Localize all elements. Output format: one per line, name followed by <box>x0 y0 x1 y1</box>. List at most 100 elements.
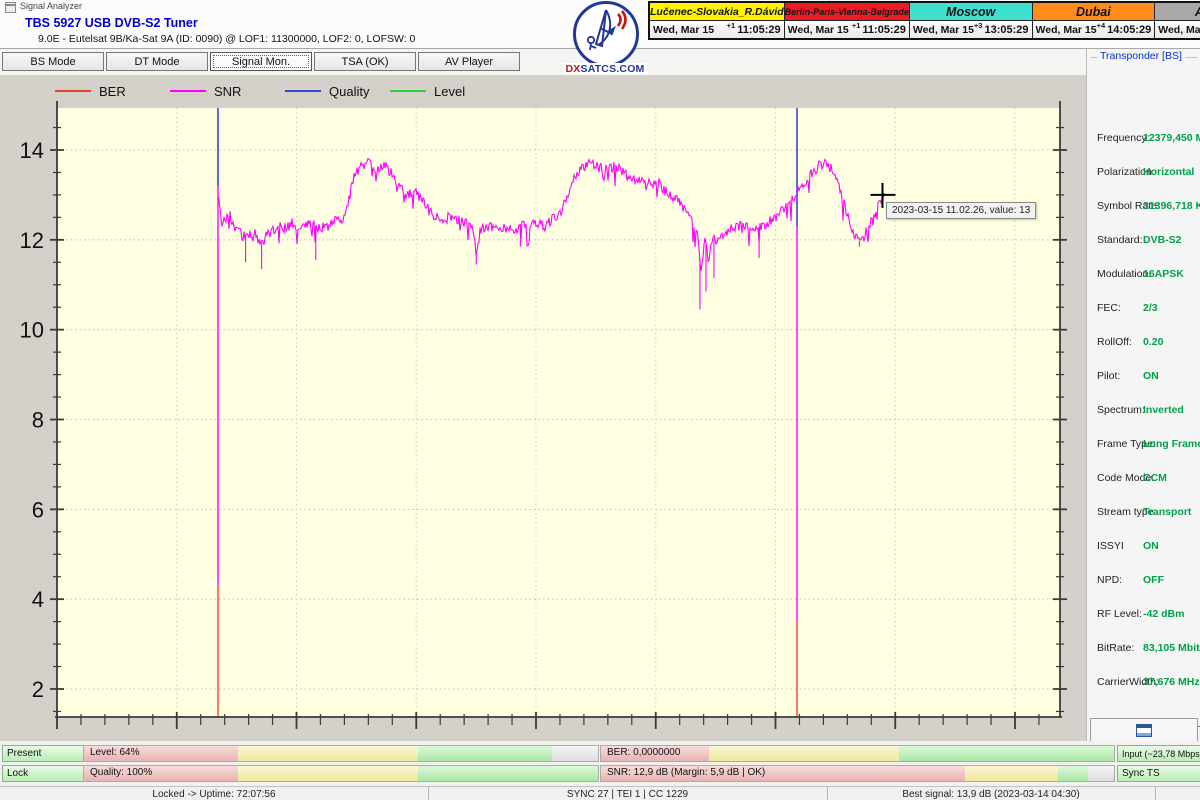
input-rate-indicator: Input (~23,78 Mbps) <box>1117 745 1200 762</box>
transponder-row-value: 37,676 MHz <box>1143 676 1200 688</box>
legend-line-icon <box>390 90 426 92</box>
transponder-sidebar: Transponder [BS] Frequency:12379,450 MHz… <box>1086 49 1200 747</box>
ber-progressbar: BER: 0,0000000 <box>600 745 1115 762</box>
bar-segment-gray <box>551 746 598 761</box>
transponder-groupbox: Transponder [BS] Frequency:12379,450 MHz… <box>1091 50 1200 756</box>
tab-dt-mode[interactable]: DT Mode <box>106 52 208 71</box>
transponder-row-value: ON <box>1143 540 1159 552</box>
chart-tooltip: 2023-03-15 11.02.26, value: 13 <box>886 202 1037 219</box>
tab-bs-mode[interactable]: BS Mode <box>2 52 104 71</box>
transponder-row: Pilot: ON <box>1091 370 1200 384</box>
signal-analyzer-window: Signal Analyzer TBS 5927 USB DVB-S2 Tune… <box>0 0 1200 800</box>
transponder-row-value: Transport <box>1143 506 1192 518</box>
transponder-row-value: 16APSK <box>1143 268 1184 280</box>
clock-city: Lučenec-Slovakia_R.Dávid <box>650 3 784 21</box>
clock-time: Wed, Mar 15 +1 11:05:29 <box>650 21 784 38</box>
transponder-row-value: 83,105 Mbit/s <box>1143 642 1200 654</box>
legend-label: Level <box>434 83 466 99</box>
transponder-group-title: Transponder [BS] <box>1097 50 1185 62</box>
transponder-row: Frame Type: Long Frame <box>1091 438 1200 452</box>
clock-city: Athens <box>1155 3 1200 21</box>
mode-tabs: BS Mode DT Mode Signal Mon. TSA (OK) AV Play… <box>2 52 522 71</box>
transponder-row-label: FEC: <box>1097 302 1121 314</box>
statusbar-section: Best signal: 13,9 dB (2023-03-14 04:30) <box>827 787 1156 800</box>
legend-item-quality: Quality <box>285 81 369 101</box>
bar-label: Level: 64% <box>90 747 140 758</box>
clock-city: Moscow <box>909 3 1032 21</box>
bar-segment-green <box>418 766 598 781</box>
transponder-row: Stream type: Transport <box>1091 506 1200 520</box>
window-title: Signal Analyzer <box>20 1 83 11</box>
signal-chart[interactable]: 2 4 6 8 10 12 14 <box>0 75 1086 741</box>
tab-signal-mon-[interactable]: Signal Mon. <box>210 52 312 71</box>
snr-progressbar: SNR: 12,9 dB (Margin: 5,9 dB | OK) <box>600 765 1115 782</box>
bar-segment-yellow <box>238 766 419 781</box>
clock-athens: AthensWed, Mar 15+212:05:29 <box>1155 3 1200 38</box>
legend-item-snr: SNR <box>170 81 241 101</box>
transponder-row: BitRate: 83,105 Mbit/s <box>1091 642 1200 656</box>
transponder-row-value: Long Frame <box>1143 438 1200 450</box>
transponder-row-value: 31396,718 KS/s <box>1143 200 1200 212</box>
transponder-row: FEC: 2/3 <box>1091 302 1200 316</box>
transponder-row-label: NPD: <box>1097 574 1123 586</box>
level-progressbar: Level: 64% <box>83 745 599 762</box>
transponder-row: Symbol Rate:31396,718 KS/s <box>1091 200 1200 214</box>
statusbar-section: Locked -> Uptime: 72:07:56 <box>0 787 429 800</box>
transponder-row-label: RollOff: <box>1097 336 1132 348</box>
transponder-row: Standard: DVB-S2 <box>1091 234 1200 248</box>
clock-city: Dubai <box>1032 3 1155 21</box>
bar-segment-green <box>1057 766 1089 781</box>
chart-legend: BER SNR Quality Level <box>0 81 1086 101</box>
bar-label: SNR: 12,9 dB (Margin: 5,9 dB | OK) <box>607 767 766 778</box>
sidebar-window-button[interactable] <box>1090 718 1198 742</box>
transponder-row-value: Inverted <box>1143 404 1184 416</box>
clock-city: Berlin-Paris-Vienna-Belgrade <box>784 3 909 21</box>
bar-segment-gray <box>1088 766 1114 781</box>
transponder-row: CarrierWidth: 37,676 MHz <box>1091 676 1200 690</box>
clock-time: Wed, Mar 15 +3 13:05:29 <box>909 21 1032 38</box>
transponder-row-value: 12379,450 MHz <box>1143 132 1200 144</box>
transponder-row-label: RF Level: <box>1097 608 1142 620</box>
transponder-row: RollOff: 0.20 <box>1091 336 1200 350</box>
tuner-title: TBS 5927 USB DVB-S2 Tuner <box>25 16 198 30</box>
legend-line-icon <box>285 90 321 92</box>
clock-time: Wed, Mar 15 +4 14:05:29 <box>1032 21 1155 38</box>
tuner-subtitle: 9.0E - Eutelsat 9B/Ka-Sat 9A (ID: 0090) … <box>38 33 416 45</box>
svg-text:2: 2 <box>32 677 44 702</box>
transponder-row-value: ON <box>1143 370 1159 382</box>
bar-label: Quality: 100% <box>90 767 153 778</box>
dxsatcs-logo: DXSATCS.COM <box>563 1 647 83</box>
logo-caption: DXSATCS.COM <box>563 63 647 75</box>
transponder-row-label: Standard: <box>1097 234 1143 246</box>
transponder-row: Modulation: 16APSK <box>1091 268 1200 282</box>
satellite-dish-icon <box>586 9 627 51</box>
legend-label: Quality <box>329 83 370 99</box>
legend-label: SNR <box>214 83 242 99</box>
clock-berlin-paris-vienna-belgrade: Berlin-Paris-Vienna-Belgrade Wed, Mar 15 +… <box>784 3 910 38</box>
tab-tsa-ok-[interactable]: TSA (OK) <box>314 52 416 71</box>
signal-chart-panel: BER SNR Quality Level 2 4 6 8 10 12 14 2023-03-15… <box>0 75 1086 741</box>
transponder-row-label: ISSYI <box>1097 540 1124 552</box>
bar-segment-yellow <box>238 746 419 761</box>
transponder-row-label: BitRate: <box>1097 642 1135 654</box>
svg-text:4: 4 <box>32 587 44 612</box>
clock-moscow: Moscow Wed, Mar 15 +3 13:05:29 <box>909 3 1033 38</box>
transponder-row-value: DVB-S2 <box>1143 234 1182 246</box>
legend-item-ber: BER <box>55 81 126 101</box>
present-indicator: Present <box>2 745 86 762</box>
clock-time: Wed, Mar 15 +1 11:05:29 <box>784 21 909 38</box>
status-bar: Locked -> Uptime: 72:07:56 SYNC 27 | TEI … <box>0 786 1200 800</box>
clock-time: Wed, Mar 15+212:05:29 <box>1155 21 1200 38</box>
transponder-row: RF Level: -42 dBm <box>1091 608 1200 622</box>
tab-av-player[interactable]: AV Player <box>418 52 520 71</box>
svg-text:12: 12 <box>20 228 44 253</box>
legend-line-icon <box>170 90 206 92</box>
svg-text:14: 14 <box>20 138 44 163</box>
transponder-row: Spectrum: Inverted <box>1091 404 1200 418</box>
svg-text:10: 10 <box>20 318 44 343</box>
transponder-row-label: Spectrum: <box>1097 404 1145 416</box>
statusbar-section: SYNC 27 | TEI 1 | CC 1229 <box>428 787 828 800</box>
bar-segment-yellow <box>708 746 899 761</box>
transponder-row: Polarization: Horizontal <box>1091 166 1200 180</box>
transponder-row-value: 0.20 <box>1143 336 1164 348</box>
